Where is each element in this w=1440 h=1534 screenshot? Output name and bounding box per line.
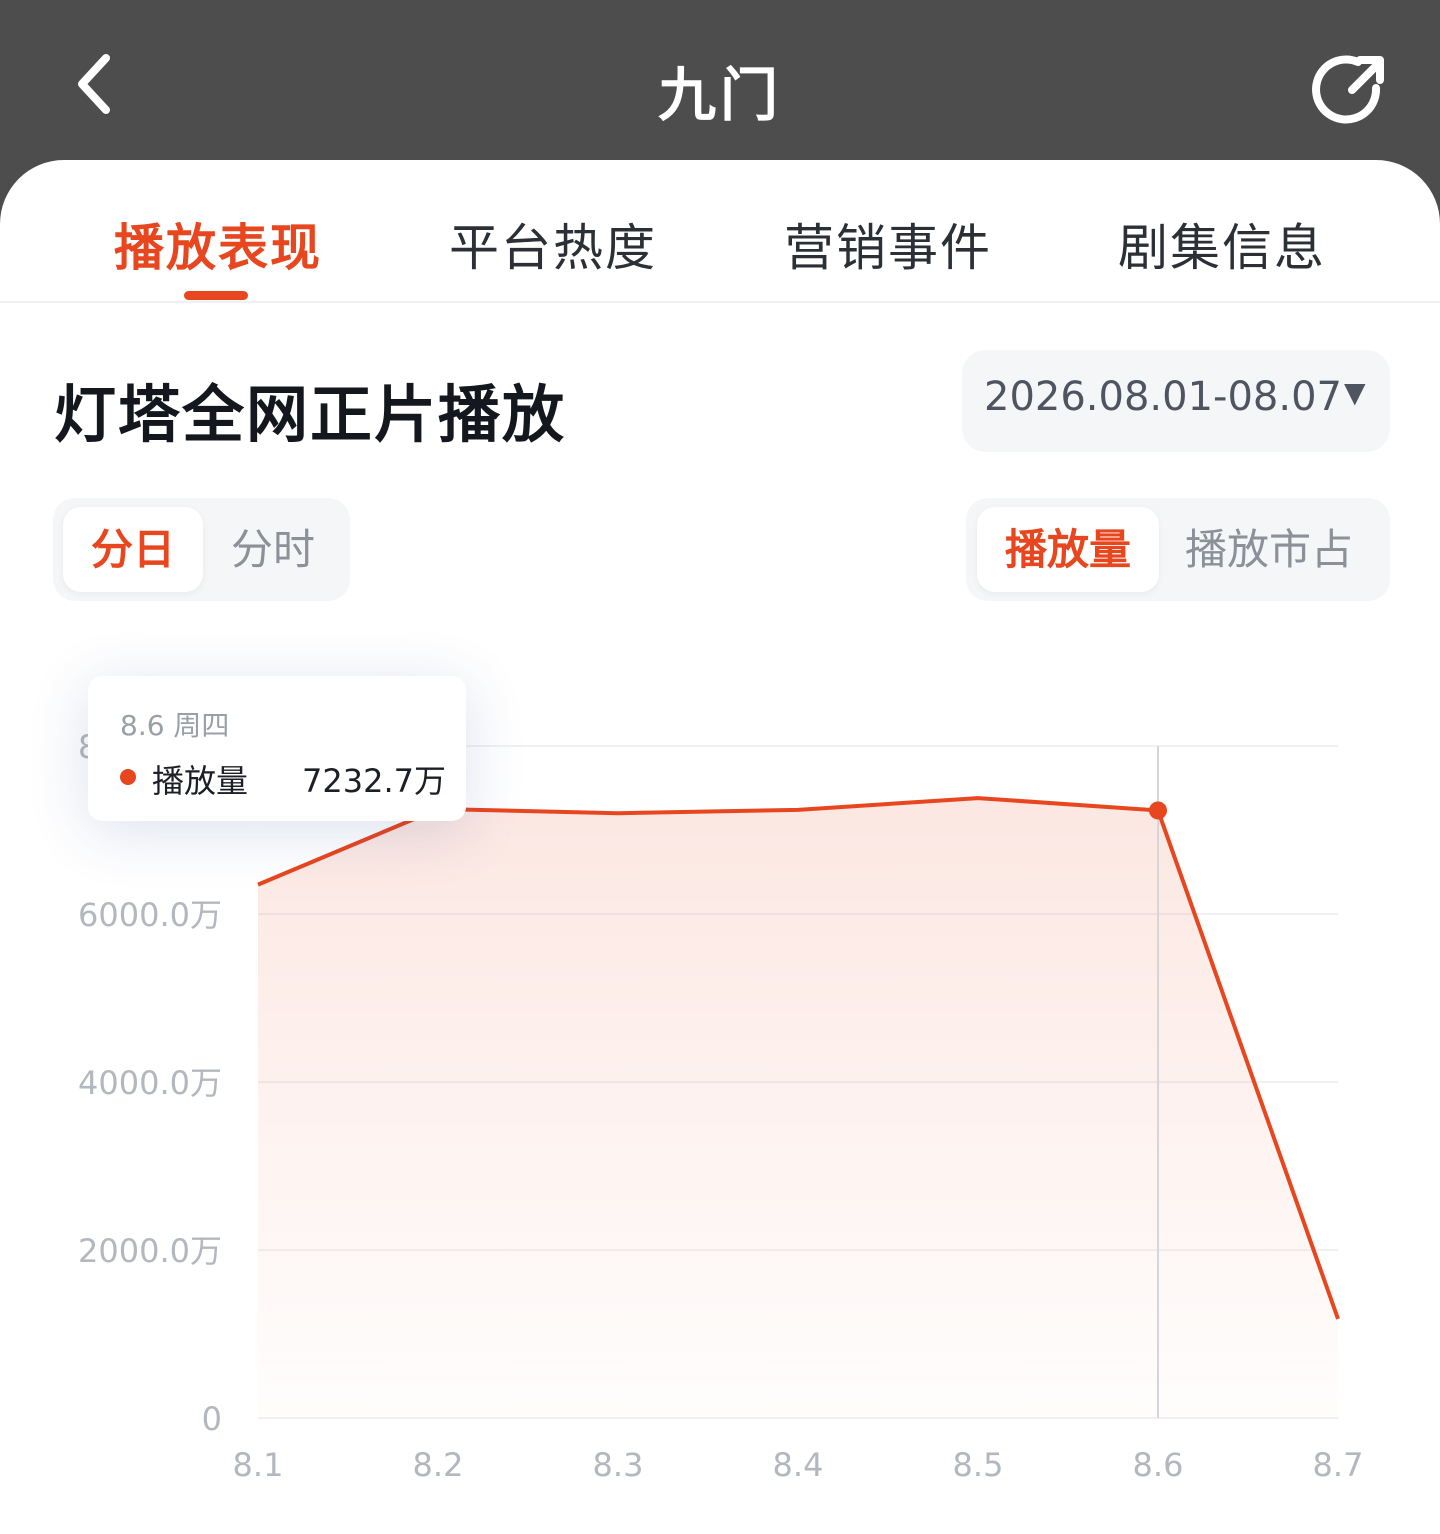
x-tick-label: 8.4	[773, 1446, 824, 1484]
y-tick-label: 2000.0万	[78, 1232, 222, 1270]
tooltip-series-dot	[120, 769, 136, 785]
content-card: 播放表现 平台热度 营销事件 剧集信息 灯塔全网正片播放 2026.08.01-…	[0, 160, 1440, 1534]
tooltip-date: 8.6 周四	[120, 709, 230, 742]
share-button[interactable]	[1300, 46, 1396, 142]
page-title: 九门	[657, 61, 782, 129]
tooltip-series-label: 播放量	[152, 762, 249, 800]
x-tick-label: 8.2	[413, 1446, 464, 1484]
y-tick-label: 6000.0万	[78, 896, 222, 934]
x-tick-label: 8.7	[1313, 1446, 1364, 1484]
share-arrow-icon	[1312, 55, 1384, 124]
highlight-data-point	[1149, 801, 1167, 820]
series-area	[258, 798, 1338, 1418]
x-tick-label: 8.3	[593, 1446, 644, 1484]
chart-tooltip: 8.6 周四 播放量 7232.7万	[88, 676, 466, 821]
y-tick-label: 4000.0万	[78, 1064, 222, 1102]
tooltip-series-value: 7232.7万	[302, 762, 446, 800]
x-tick-label: 8.6	[1133, 1446, 1184, 1484]
x-tick-label: 8.5	[953, 1446, 1004, 1484]
play-volume-chart: 02000.0万4000.0万6000.0万8000.0万8.18.28.38.…	[78, 728, 1364, 1484]
x-tick-label: 8.1	[233, 1446, 284, 1484]
top-bar: 九门	[0, 0, 1440, 170]
y-tick-label: 0	[202, 1400, 222, 1438]
